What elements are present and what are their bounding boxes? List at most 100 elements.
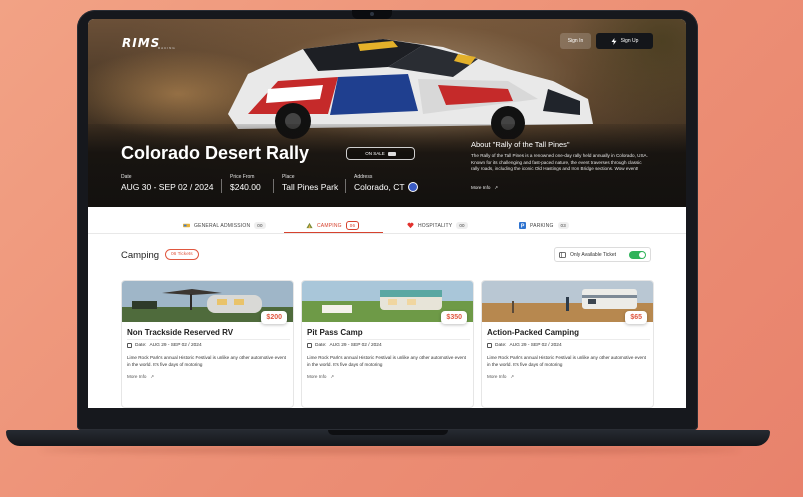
ticket-icon (183, 223, 190, 228)
available-toggle[interactable] (629, 250, 646, 259)
card-more-label: More Info (127, 374, 147, 379)
price-tag: $200 (261, 311, 287, 324)
tab-parking[interactable]: P PARKING 03 (519, 217, 569, 234)
info-divider (221, 179, 222, 193)
available-ticket-filter[interactable]: Only Available Ticket (554, 247, 651, 262)
screen: RIMS RACING Sign In Sign Up Colorado Des… (88, 19, 686, 408)
card-title: Non Trackside Reserved RV (127, 328, 234, 337)
event-title: Colorado Desert Rally (121, 143, 310, 163)
card-date-label: Date: (495, 343, 507, 348)
card-more-info-link[interactable]: More Info ↗ (127, 374, 154, 380)
tab-hospitality[interactable]: HOSPITALITY 00 (407, 217, 468, 234)
card-date-value: AUG 29 - SEP 02 / 2024 (149, 343, 202, 348)
section-title: Camping (121, 250, 160, 261)
arrow-up-right-icon: ↗ (491, 185, 499, 190)
event-address: Address Colorado, CT (354, 174, 418, 192)
toggle-knob (639, 251, 645, 258)
card-date: Date: AUG 29 - SEP 02 / 2024 (307, 343, 382, 348)
address-value: Colorado, CT (354, 182, 405, 192)
tab-count: 06 (345, 221, 360, 230)
card-date: Date: AUG 29 - SEP 02 / 2024 (487, 343, 562, 348)
ticket-card[interactable]: $350 Pit Pass Camp Date: AUG 29 - SEP 02… (301, 280, 474, 408)
ticket-card[interactable]: $65 Action-Packed Camping Date: AUG 29 -… (481, 280, 654, 408)
tab-general-admission-label: GENERAL ADMISSION (194, 222, 251, 229)
card-title: Action-Packed Camping (487, 328, 580, 337)
on-sale-badge: ON SALE (346, 147, 415, 160)
event-date: Date AUG 30 - SEP 02 / 2024 (121, 174, 213, 192)
price-value: $240.00 (230, 182, 261, 192)
card-image-rv: $200 (122, 281, 293, 324)
on-sale-label: ON SALE (365, 151, 385, 156)
card-divider (487, 339, 650, 340)
tab-hospitality-label: HOSPITALITY (418, 222, 453, 229)
card-more-label: More Info (487, 374, 507, 379)
sign-up-label: Sign Up (620, 38, 639, 44)
ticket-icon (387, 151, 396, 156)
calendar-icon (127, 343, 132, 348)
card-title: Pit Pass Camp (307, 328, 363, 337)
brand-logo[interactable]: RIMS RACING (122, 34, 175, 52)
laptop-base (6, 430, 770, 446)
tent-icon (306, 222, 313, 229)
arrow-up-right-icon: ↗ (147, 374, 155, 379)
card-divider (127, 339, 290, 340)
price-tag: $65 (625, 311, 647, 324)
arrow-up-right-icon: ↗ (327, 374, 335, 379)
event-price: Price From $240.00 (230, 174, 261, 192)
heart-icon (407, 222, 414, 229)
address-row: Colorado, CT (354, 182, 418, 192)
bolt-icon (611, 37, 617, 45)
event-place: Place Tall Pines Park (282, 174, 338, 192)
info-divider (345, 179, 346, 193)
about-more-info-link[interactable]: More Info ↗ (471, 185, 498, 191)
info-divider (273, 179, 274, 193)
tabs-divider (88, 233, 686, 234)
arrow-up-right-icon: ↗ (507, 374, 515, 379)
card-date-value: AUG 29 - SEP 02 / 2024 (509, 343, 562, 348)
tab-general-admission[interactable]: GENERAL ADMISSION 00 (183, 217, 266, 234)
sign-in-button[interactable]: Sign In (560, 33, 591, 49)
card-more-label: More Info (307, 374, 327, 379)
svg-text:P: P (521, 224, 525, 229)
card-date-label: Date: (135, 343, 147, 348)
camera-notch (352, 10, 392, 19)
card-image-action-camp: $65 (482, 281, 653, 324)
calendar-icon (487, 343, 492, 348)
place-value: Tall Pines Park (282, 182, 339, 192)
logo-subtext: RACING (158, 46, 176, 50)
sign-up-button[interactable]: Sign Up (596, 33, 653, 49)
tab-count: 00 (254, 222, 266, 229)
parking-icon: P (519, 222, 526, 229)
camera-icon (370, 12, 374, 16)
calendar-icon (307, 343, 312, 348)
card-date-label: Date: (315, 343, 327, 348)
place-label: Place (282, 174, 295, 180)
ticket-outline-icon (559, 251, 566, 258)
card-image-camp: $350 (302, 281, 473, 324)
tab-parking-label: PARKING (530, 222, 554, 229)
about-title: About "Rally of the Tall Pines" (471, 140, 570, 149)
laptop-shadow (40, 446, 740, 454)
laptop-base-groove (328, 430, 448, 435)
card-more-info-link[interactable]: More Info ↗ (487, 374, 514, 380)
hero-banner: RIMS RACING Sign In Sign Up Colorado Des… (88, 19, 686, 207)
tab-count: 03 (557, 222, 569, 229)
price-label: Price From (230, 174, 255, 180)
ticket-card[interactable]: $200 Non Trackside Reserved RV Date: AUG… (121, 280, 294, 408)
date-label: Date (121, 174, 132, 180)
date-value: AUG 30 - SEP 02 / 2024 (121, 182, 214, 192)
card-description: Lime Rock Park's annual Historic Festiva… (307, 355, 466, 367)
about-text: The Rally of the Tall Pines is a renowne… (471, 153, 648, 172)
about-more-label: More Info (471, 185, 491, 190)
state-seal-icon (407, 182, 418, 192)
card-more-info-link[interactable]: More Info ↗ (307, 374, 334, 380)
card-description: Lime Rock Park's annual Historic Festiva… (487, 355, 646, 367)
card-description: Lime Rock Park's annual Historic Festiva… (127, 355, 286, 367)
card-divider (307, 339, 470, 340)
logo-text: RIMS (122, 36, 161, 50)
tab-camping-label: CAMPING (317, 222, 342, 229)
card-date: Date: AUG 29 - SEP 02 / 2024 (127, 343, 202, 348)
address-label: Address (354, 174, 373, 180)
tickets-count-badge: 06 Tickets (165, 249, 199, 260)
filter-label: Only Available Ticket (570, 251, 617, 258)
